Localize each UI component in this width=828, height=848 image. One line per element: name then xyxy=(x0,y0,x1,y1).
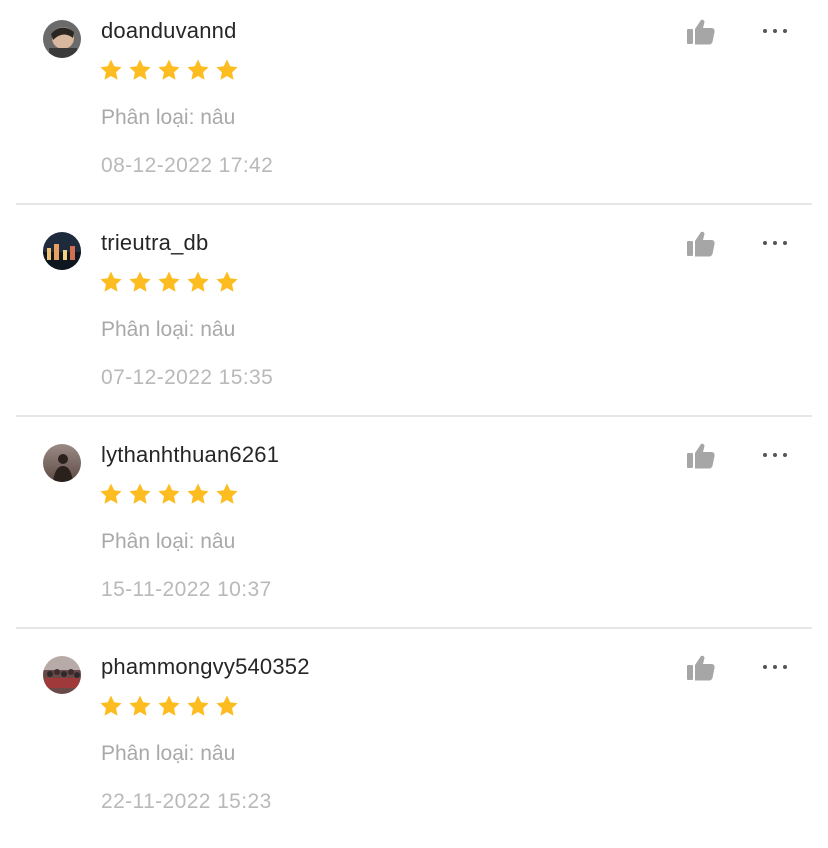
dot xyxy=(773,29,777,33)
star-icon xyxy=(216,59,238,80)
user-avatar[interactable] xyxy=(43,232,81,270)
star-icon xyxy=(100,59,122,80)
thumbs-up-icon[interactable] xyxy=(686,654,716,682)
dot xyxy=(763,453,767,457)
star-icon xyxy=(187,59,209,80)
star-icon xyxy=(129,483,151,504)
star-icon xyxy=(187,483,209,504)
username[interactable]: lythanhthuan6261 xyxy=(101,440,279,470)
divider xyxy=(16,203,812,205)
dot xyxy=(783,453,787,457)
star-rating xyxy=(99,58,239,86)
star-icon xyxy=(100,695,122,716)
review-item: doanduvannd Phân loại: nâu 08-12-2022 17… xyxy=(0,0,828,212)
star-icon xyxy=(187,271,209,292)
dot xyxy=(773,665,777,669)
user-avatar[interactable] xyxy=(43,444,81,482)
star-rating xyxy=(99,482,239,510)
dot xyxy=(773,453,777,457)
star-icon xyxy=(216,271,238,292)
review-item: lythanhthuan6261 Phân loại: nâu 15-11-20… xyxy=(0,424,828,636)
star-icon xyxy=(129,59,151,80)
star-icon xyxy=(216,483,238,504)
star-icon xyxy=(129,695,151,716)
dot xyxy=(763,29,767,33)
star-icon xyxy=(129,271,151,292)
dot xyxy=(763,241,767,245)
star-icon xyxy=(187,695,209,716)
variant-label: Phân loại: nâu xyxy=(101,106,236,129)
star-icon xyxy=(158,59,180,80)
review-date: 07-12-2022 15:35 xyxy=(101,366,274,389)
dot xyxy=(763,665,767,669)
review-date: 22-11-2022 15:23 xyxy=(101,790,272,813)
review-date: 15-11-2022 10:37 xyxy=(101,578,272,601)
dot xyxy=(773,241,777,245)
thumbs-up-icon[interactable] xyxy=(686,230,716,258)
star-icon xyxy=(158,271,180,292)
star-icon xyxy=(158,483,180,504)
divider xyxy=(16,627,812,629)
review-item: phammongvy540352 Phân loại: nâu 22-11-20… xyxy=(0,636,828,848)
variant-label: Phân loại: nâu xyxy=(101,742,236,765)
thumbs-up-icon[interactable] xyxy=(686,18,716,46)
star-icon xyxy=(100,271,122,292)
divider xyxy=(16,415,812,417)
dot xyxy=(783,29,787,33)
username[interactable]: doanduvannd xyxy=(101,16,237,46)
star-icon xyxy=(158,695,180,716)
user-avatar[interactable] xyxy=(43,20,81,58)
dot xyxy=(783,665,787,669)
more-options-icon[interactable] xyxy=(763,449,787,461)
thumbs-up-icon[interactable] xyxy=(686,442,716,470)
review-date: 08-12-2022 17:42 xyxy=(101,154,274,177)
variant-label: Phân loại: nâu xyxy=(101,530,236,553)
star-icon xyxy=(100,483,122,504)
star-icon xyxy=(216,695,238,716)
variant-label: Phân loại: nâu xyxy=(101,318,236,341)
dot xyxy=(783,241,787,245)
star-rating xyxy=(99,270,239,298)
star-rating xyxy=(99,694,239,722)
more-options-icon[interactable] xyxy=(763,661,787,673)
user-avatar[interactable] xyxy=(43,656,81,694)
more-options-icon[interactable] xyxy=(763,237,787,249)
username[interactable]: phammongvy540352 xyxy=(101,652,310,682)
username[interactable]: trieutra_db xyxy=(101,228,208,258)
more-options-icon[interactable] xyxy=(763,25,787,37)
review-item: trieutra_db Phân loại: nâu 07-12-2022 15… xyxy=(0,212,828,424)
